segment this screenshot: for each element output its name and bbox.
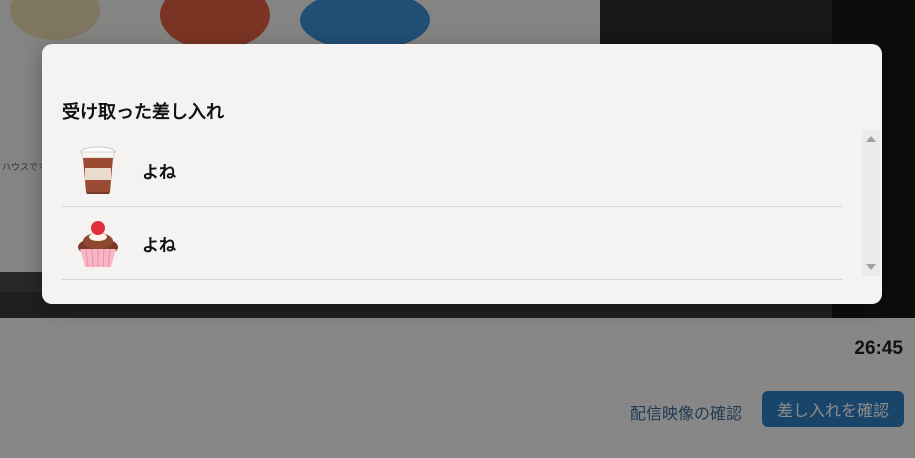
- list-scrollbar[interactable]: [862, 130, 880, 276]
- coffee-cup-icon: [80, 146, 116, 194]
- cupcake-icon: [78, 221, 118, 268]
- gift-sender: よね: [142, 163, 176, 183]
- gift-list: よね よね: [62, 134, 842, 280]
- scroll-up-icon[interactable]: [866, 136, 876, 142]
- modal-title: 受け取った差し入れ: [62, 102, 224, 123]
- list-item: よね: [62, 207, 842, 280]
- gifts-modal: 受け取った差し入れ よね よね: [42, 44, 882, 304]
- list-item: よね: [62, 134, 842, 207]
- scroll-down-icon[interactable]: [866, 264, 876, 270]
- gift-sender: よね: [142, 236, 176, 256]
